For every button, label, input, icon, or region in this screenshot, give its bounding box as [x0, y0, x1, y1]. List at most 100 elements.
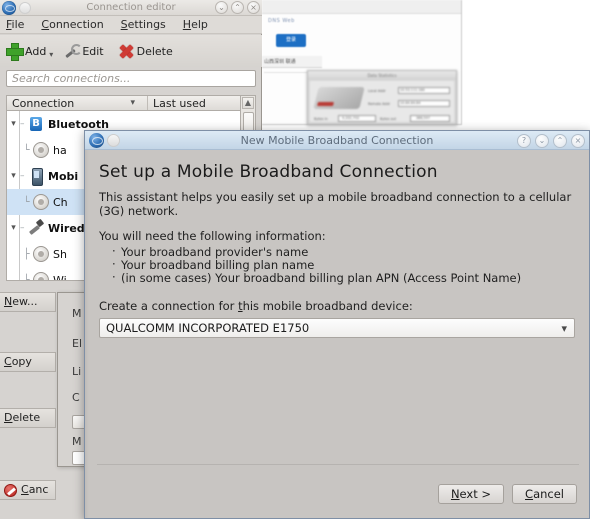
tree-label: Wi — [53, 273, 67, 281]
edit-button[interactable]: Edit — [63, 43, 104, 59]
bytes-in-label: Bytes in — [314, 117, 328, 121]
local-addr-label: Local Addr — [368, 89, 386, 93]
expander-icon[interactable]: ▾ — [7, 119, 20, 129]
minimize-button[interactable]: ⌄ — [215, 1, 228, 14]
cancel-button[interactable]: Cancel — [512, 484, 577, 504]
tree-branch: └ — [23, 196, 30, 208]
delete-button[interactable]: Delete — [118, 43, 173, 59]
column-header-last-used[interactable]: Last used — [148, 97, 206, 110]
bytes-in-value: 9,332,702 — [342, 116, 360, 120]
copy-button-rest: opy — [11, 355, 32, 368]
menu-connection[interactable]: Connection — [41, 18, 103, 31]
data-statistics-dialog[interactable]: Data Statistics Local Addr 10.53.111.180… — [307, 70, 457, 125]
device-select[interactable]: QUALCOMM INCORPORATED E1750 ▾ — [99, 318, 575, 338]
scroll-up-icon[interactable]: ▲ — [242, 97, 254, 109]
copy-button-mnemonic: C — [4, 355, 12, 368]
browser-tab[interactable]: 山西深圳 联通 — [262, 56, 322, 68]
device-label-after: his mobile broadband device: — [242, 299, 413, 313]
connection-list-header: Connection ▾ Last used — [6, 95, 256, 111]
expander-icon[interactable]: ▾ — [7, 223, 20, 233]
data-statistics-title: Data Statistics — [308, 71, 456, 80]
plug-icon — [28, 220, 44, 236]
expander-icon[interactable]: ▾ — [7, 171, 20, 181]
action-separator — [97, 464, 579, 465]
tree-label: Sh — [53, 247, 67, 261]
new-button[interactable]: New... — [0, 292, 56, 312]
edit-button-label: Edit — [82, 44, 104, 58]
device-label-before: Create a connection for — [99, 299, 239, 313]
bytes-out-value: 388,597 — [416, 116, 431, 120]
data-statistics-body: Local Addr 10.53.111.180 Remote Addr 10.… — [310, 81, 454, 122]
requirement-item: (in some cases) Your broadband billing p… — [112, 271, 575, 285]
cancel-button-mnemonic: C — [525, 487, 534, 501]
delete-side-button-rest: elete — [12, 411, 41, 424]
bg-dialog-label-3: Li — [72, 365, 82, 378]
editor-toolbar: Add ▾ Edit Delete — [0, 35, 262, 67]
delete-button-label: Delete — [136, 44, 173, 58]
wizard-titlebar[interactable]: New Mobile Broadband Connection ? ⌄ ⌃ × — [85, 131, 589, 150]
remote-addr-value: 10.64.64.64 — [400, 101, 421, 105]
device-combo-label: Create a connection for this mobile broa… — [99, 299, 575, 313]
tree-branch: └ — [23, 274, 30, 281]
plus-icon — [6, 43, 24, 61]
help-button[interactable]: ? — [517, 134, 531, 148]
search-input[interactable]: Search connections... — [6, 70, 256, 87]
phone-icon — [28, 168, 44, 186]
wizard-actions: Next > Cancel — [437, 484, 577, 504]
column-header-connection-label: Connection — [12, 96, 75, 110]
cancel-side-button[interactable]: Canc — [0, 480, 56, 500]
cancel-button-rest: ancel — [533, 487, 564, 501]
next-button-mnemonic: N — [450, 487, 460, 501]
add-button-label: Add — [25, 44, 47, 58]
menu-settings-rest: ettings — [127, 18, 166, 31]
chevron-down-icon[interactable]: ▾ — [49, 50, 53, 59]
new-button-mnemonic: N — [4, 295, 13, 308]
column-header-connection[interactable]: Connection ▾ — [7, 97, 147, 110]
bytes-out-label: Bytes out — [380, 117, 397, 121]
close-button[interactable]: × — [247, 1, 260, 14]
requirements-title: You will need the following information: — [99, 229, 326, 243]
maximize-button[interactable]: ⌃ — [553, 134, 567, 148]
add-button[interactable]: Add ▾ — [6, 43, 53, 61]
chevron-down-icon[interactable]: ▾ — [561, 319, 567, 338]
new-button-rest: ew... — [12, 295, 38, 308]
browser-link[interactable]: DNS Web — [268, 18, 295, 24]
page-title: Set up a Mobile Broadband Connection — [99, 162, 438, 182]
background-browser-window[interactable]: DNS Web 登录 山西深圳 联通 Data Statistics Local… — [262, 0, 462, 125]
local-addr-value: 10.53.111.180 — [400, 88, 425, 92]
bg-dialog-label-1: M — [72, 307, 82, 320]
mobile-broadband-wizard[interactable]: New Mobile Broadband Connection ? ⌄ ⌃ × … — [84, 130, 590, 519]
wizard-window-title: New Mobile Broadband Connection — [240, 134, 434, 147]
tree-label: Wired — [48, 221, 85, 235]
cancel-side-button-rest: anc — [28, 483, 49, 496]
browser-login-label: 登录 — [285, 37, 296, 43]
menu-help-rest: elp — [191, 18, 208, 31]
menu-file[interactable]: File — [6, 18, 24, 31]
tree-label: Bluetooth — [48, 117, 109, 131]
menu-file-rest: ile — [11, 18, 25, 31]
copy-button[interactable]: Copy — [0, 352, 56, 372]
next-button[interactable]: Next > — [437, 484, 505, 504]
minimize-button[interactable]: ⌄ — [535, 134, 549, 148]
tree-dash: – — [20, 119, 25, 129]
tree-dash: – — [20, 223, 25, 233]
browser-login-button[interactable]: 登录 — [276, 34, 306, 47]
menu-settings[interactable]: Settings — [121, 18, 166, 31]
tree-dash: – — [20, 171, 25, 181]
editor-window-buttons: ⌄ ⌃ × — [215, 1, 260, 14]
menu-settings-mnemonic: S — [120, 18, 128, 31]
connection-icon — [33, 246, 49, 262]
tree-branch: └ — [23, 144, 30, 156]
device-select-value: QUALCOMM INCORPORATED E1750 — [106, 321, 310, 335]
connection-icon — [33, 142, 49, 158]
bluetooth-icon — [28, 116, 44, 132]
x-icon — [118, 43, 134, 59]
editor-titlebar[interactable]: Connection editor ⌄ ⌃ × — [0, 0, 262, 16]
menu-help[interactable]: Help — [183, 18, 208, 31]
maximize-button[interactable]: ⌃ — [231, 1, 244, 14]
tree-label: Ch — [53, 195, 68, 209]
sort-chevron-down-icon[interactable]: ▾ — [130, 98, 135, 108]
bg-dialog-label-5: M — [72, 435, 82, 448]
delete-side-button[interactable]: Delete — [0, 408, 56, 428]
close-button[interactable]: × — [571, 134, 585, 148]
